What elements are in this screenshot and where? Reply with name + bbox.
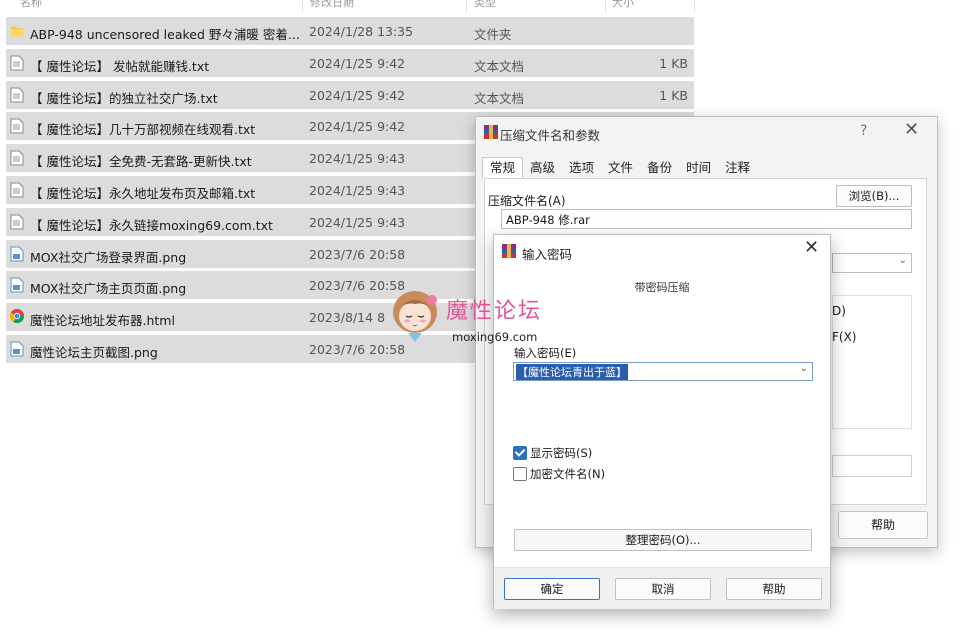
column-date[interactable]: 修改日期 [310, 0, 354, 10]
file-type: 文本文档 [474, 90, 525, 106]
file-date: 2024/1/28 13:35 [309, 24, 414, 39]
tab-files[interactable]: 文件 [601, 158, 640, 178]
image-file-icon [10, 277, 24, 293]
column-name[interactable]: 名称 [20, 0, 42, 10]
show-password-checkbox[interactable] [513, 446, 527, 460]
file-name: 【 魔性论坛】的独立社交广场.txt [30, 90, 218, 106]
update-mode-combobox[interactable]: ⌄ [832, 253, 912, 273]
file-date: 2024/1/25 9:42 [309, 119, 406, 135]
image-file-icon [10, 341, 24, 357]
file-name: 魔性论坛地址发布器.html [30, 313, 175, 329]
tab-advanced[interactable]: 高级 [523, 158, 562, 178]
file-date: 2024/1/25 9:42 [309, 55, 406, 71]
winrar-icon [502, 244, 516, 258]
text-file-icon [10, 55, 24, 71]
column-size[interactable]: 大小 [612, 0, 634, 10]
button-bar: 确定 取消 帮助 [494, 567, 830, 609]
chevron-down-icon[interactable]: ⌄ [506, 211, 907, 222]
file-date: 2024/1/25 9:42 [309, 87, 406, 103]
column-divider[interactable] [605, 0, 606, 12]
file-date: 2024/1/25 9:43 [309, 214, 406, 230]
column-divider[interactable] [302, 0, 303, 12]
winrar-icon [484, 125, 498, 139]
file-name: ABP-948 uncensored leaked 野々浦暖 密着... [30, 27, 300, 42]
image-file-icon [10, 246, 24, 262]
password-value: 【魔性论坛青出于蓝】 [516, 364, 628, 380]
browse-button[interactable]: 浏览(B)... [836, 185, 912, 207]
text-file-icon [10, 118, 24, 134]
file-name: 【 魔性论坛】几十万部视频在线观看.txt [30, 122, 256, 138]
column-type[interactable]: 类型 [474, 0, 496, 10]
ok-button[interactable]: 确定 [504, 578, 600, 600]
chevron-down-icon[interactable]: ⌄ [899, 255, 907, 266]
file-name: MOX社交广场主页页面.png [30, 281, 187, 297]
file-row[interactable]: 【 魔性论坛】 发帖就能赚钱.txt 2024/1/25 9:42 文本文档 1… [6, 48, 694, 77]
file-type: 文件夹 [474, 27, 512, 42]
option-label: D) [832, 304, 846, 318]
archive-name-combobox[interactable]: ABP-948 修.rar ⌄ [501, 209, 912, 229]
file-type: 文本文档 [474, 58, 525, 74]
show-password-label[interactable]: 显示密码(S) [530, 445, 592, 461]
folder-icon [10, 26, 24, 37]
option-label: F(X) [832, 330, 857, 344]
file-name: 魔性论坛主页截图.png [30, 344, 158, 360]
help-icon[interactable]: ? [860, 123, 867, 139]
watermark-url: moxing69.com [452, 330, 538, 344]
text-file-icon [10, 150, 24, 166]
file-row[interactable]: 【 魔性论坛】的独立社交广场.txt 2024/1/25 9:42 文本文档 1… [6, 80, 694, 109]
tab-general[interactable]: 常规 [482, 157, 524, 178]
help-button[interactable]: 帮助 [838, 511, 928, 539]
column-divider[interactable] [694, 0, 695, 12]
file-name: 【 魔性论坛】永久地址发布页及邮箱.txt [30, 185, 256, 201]
file-date: 2024/1/25 9:43 [309, 151, 406, 167]
mascot-girl-icon [393, 291, 437, 342]
file-name: 【 魔性论坛】 发帖就能赚钱.txt [30, 58, 210, 74]
file-size: 1 KB [659, 55, 688, 71]
file-date: 2024/1/25 9:43 [309, 182, 406, 198]
watermark: 魔性论坛 moxing69.com [382, 282, 582, 352]
close-icon[interactable]: ✕ [804, 237, 819, 258]
encrypt-filenames-checkbox[interactable] [513, 467, 527, 481]
help-button[interactable]: 帮助 [726, 578, 822, 600]
file-name: 【 魔性论坛】全免费-无套路-更新快.txt [30, 154, 252, 170]
file-name: 【 魔性论坛】永久链接moxing69.com.txt [30, 217, 273, 233]
tab-comment[interactable]: 注释 [718, 158, 757, 178]
cancel-button[interactable]: 取消 [615, 578, 711, 600]
column-divider[interactable] [466, 0, 467, 12]
dialog-title: 输入密码 [522, 247, 573, 262]
file-row[interactable]: ABP-948 uncensored leaked 野々浦暖 密着... 202… [6, 17, 694, 45]
text-file-icon [10, 87, 24, 103]
text-file-icon [10, 182, 24, 198]
chevron-down-icon[interactable]: ⌄ [800, 363, 808, 374]
archive-name-label: 压缩文件名(A) [488, 194, 566, 208]
tab-backup[interactable]: 备份 [640, 158, 679, 178]
tab-time[interactable]: 时间 [679, 158, 718, 178]
watermark-title: 魔性论坛 [446, 299, 543, 324]
dialog-title: 压缩文件名和参数 [500, 128, 601, 143]
text-field[interactable] [832, 455, 912, 477]
encrypt-filenames-label[interactable]: 加密文件名(N) [530, 466, 605, 482]
chrome-icon [9, 309, 25, 324]
close-icon[interactable]: ✕ [904, 119, 919, 140]
text-file-icon [10, 214, 24, 230]
password-field[interactable]: 【魔性论坛青出于蓝】 ⌄ [513, 362, 813, 381]
file-name: MOX社交广场登录界面.png [30, 249, 187, 265]
tab-options[interactable]: 选项 [562, 158, 601, 178]
file-date: 2023/8/14 8 [309, 310, 386, 326]
file-date: 2023/7/6 20:58 [309, 246, 406, 262]
tab-bar: 常规 高级 选项 文件 备份 时间 注释 [482, 157, 757, 178]
file-list-header: 名称 修改日期 类型 大小 [0, 0, 700, 12]
organize-passwords-button[interactable]: 整理密码(O)... [514, 529, 812, 551]
file-size: 1 KB [659, 87, 688, 103]
